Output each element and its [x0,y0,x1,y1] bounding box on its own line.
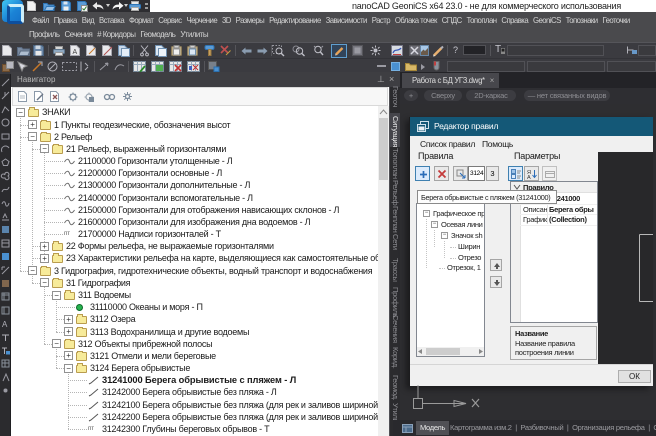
svg-text:A: A [73,49,78,56]
svg-text:A: A [2,320,8,329]
